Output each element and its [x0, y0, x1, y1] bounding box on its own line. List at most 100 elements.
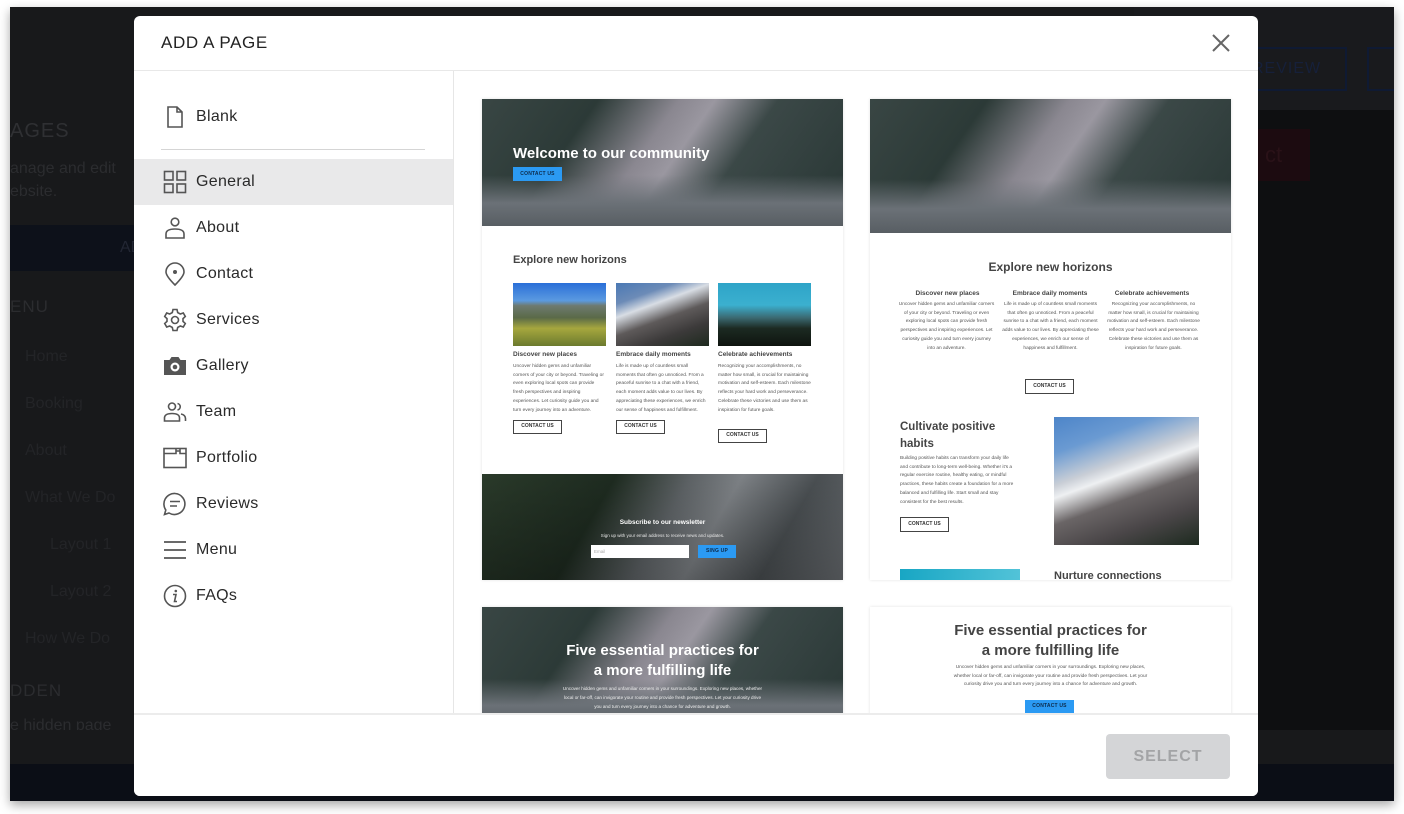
- menu-lines-icon: [162, 537, 188, 563]
- grid-icon: [162, 169, 188, 195]
- desc-line: anage and edit: [10, 160, 116, 177]
- feature-contact-button: CONTACT US: [900, 517, 949, 532]
- column-text: Recognizing your accomplishments, no mat…: [1107, 302, 1200, 351]
- desc-line: ebsite.: [10, 183, 58, 200]
- modal-title: ADD A PAGE: [161, 33, 268, 52]
- column-image: [718, 283, 811, 346]
- background-menu-item: Booking: [25, 395, 83, 412]
- modal-header: ADD A PAGE: [134, 16, 1258, 71]
- newsletter-subtitle: Sign up with your email address to recei…: [600, 533, 725, 538]
- column-text: Uncover hidden gems and unfamiliar corne…: [898, 302, 995, 351]
- background-pages-desc: anage and edit ebsite.: [10, 157, 150, 203]
- sidebar-item-reviews[interactable]: Reviews: [134, 481, 453, 527]
- column-contact-button: CONTACT US: [616, 420, 665, 434]
- modal-body: Blank General About Contact Services Gal…: [134, 71, 1258, 713]
- template-card[interactable]: Explore new horizons Discover new places…: [870, 99, 1231, 580]
- sidebar-item-services[interactable]: Services: [134, 297, 453, 343]
- background-menu-item: About: [25, 442, 67, 459]
- hero-title: Welcome to our community: [513, 145, 710, 162]
- sidebar-item-team[interactable]: Team: [134, 389, 453, 435]
- column-text: Uncover hidden gems and unfamiliar corne…: [513, 364, 604, 413]
- newsletter-signup-button: SING UP: [698, 545, 736, 558]
- feature-title: Cultivate positive habits: [900, 421, 996, 450]
- sidebar-item-general[interactable]: General: [134, 159, 453, 205]
- contact-button: CONTACT US: [1025, 379, 1074, 394]
- sidebar-item-label: Contact: [196, 265, 254, 282]
- column-title: Embrace daily moments: [616, 351, 691, 358]
- title-line: a more fulfilling life: [981, 642, 1120, 659]
- publish-button: [1367, 47, 1394, 91]
- sidebar-item-label: Team: [196, 403, 237, 420]
- sidebar-item-label: FAQs: [196, 587, 238, 604]
- modal-footer: SELECT: [134, 713, 1258, 796]
- select-button[interactable]: SELECT: [1106, 734, 1230, 779]
- sidebar-item-about[interactable]: About: [134, 205, 453, 251]
- category-sidebar: Blank General About Contact Services Gal…: [134, 71, 454, 713]
- info-icon: [162, 583, 188, 609]
- chat-bubble-icon: [162, 491, 188, 517]
- newsletter-image: [482, 474, 843, 580]
- body-text: Uncover hidden gems and unfamiliar corne…: [953, 665, 1148, 688]
- column-title: Celebrate achievements: [1114, 290, 1190, 297]
- feature-image: [1054, 417, 1199, 545]
- sidebar-item-contact[interactable]: Contact: [134, 251, 453, 297]
- hero-title: Five essential practices for a more fulf…: [482, 641, 843, 681]
- sidebar-item-portfolio[interactable]: Portfolio: [134, 435, 453, 481]
- hero-text: Uncover hidden gems and unfamiliar corne…: [562, 686, 763, 709]
- column-title: Embrace daily moments: [1012, 290, 1088, 297]
- portfolio-icon: [162, 445, 188, 471]
- sidebar-item-faqs[interactable]: FAQs: [134, 573, 453, 619]
- blank-page-icon: [162, 104, 188, 130]
- column-title: Discover new places: [513, 351, 577, 358]
- teal-image: [900, 569, 1020, 580]
- sidebar-item-label: Gallery: [196, 357, 249, 374]
- background-menu-item: Layout 1: [50, 536, 112, 553]
- title: Five essential practices for a more fulf…: [870, 621, 1231, 661]
- location-pin-icon: [162, 261, 188, 287]
- sidebar-divider: [161, 149, 425, 150]
- sidebar-item-gallery[interactable]: Gallery: [134, 343, 453, 389]
- background-menu-item: How We Do: [25, 630, 111, 647]
- close-icon: [1212, 34, 1230, 52]
- sidebar-item-label: General: [196, 173, 256, 190]
- template-card[interactable]: Welcome to our community CONTACT US Expl…: [482, 99, 843, 580]
- close-button[interactable]: [1210, 32, 1232, 54]
- newsletter-email-input: Email: [591, 545, 689, 558]
- column-image: [616, 283, 709, 346]
- sidebar-item-label: About: [196, 219, 240, 236]
- next-section-title: Nurture connections: [1054, 570, 1162, 580]
- sidebar-item-blank[interactable]: Blank: [134, 94, 453, 140]
- sidebar-item-label: Blank: [196, 108, 238, 125]
- column-image: [513, 283, 606, 346]
- background-menu-item: Layout 2: [50, 583, 112, 600]
- camera-icon: [162, 353, 188, 379]
- section-title: Explore new horizons: [513, 254, 627, 266]
- background-pages-heading: AGES: [10, 120, 70, 142]
- hero-image: [482, 99, 843, 226]
- template-gallery: Welcome to our community CONTACT US Expl…: [455, 71, 1258, 713]
- column-text: Recognizing your accomplishments, no mat…: [718, 364, 811, 413]
- column-text: Life is made up of countless small momen…: [616, 364, 706, 413]
- column-contact-button: CONTACT US: [718, 429, 767, 443]
- sidebar-item-menu[interactable]: Menu: [134, 527, 453, 573]
- column-title: Discover new places: [915, 290, 980, 297]
- column-title: Celebrate achievements: [718, 351, 793, 358]
- column-text: Life is made up of countless small momen…: [1002, 302, 1099, 351]
- title-line: Five essential practices for: [954, 622, 1147, 639]
- template-card[interactable]: Five essential practices for a more fulf…: [482, 607, 843, 713]
- sidebar-item-label: Reviews: [196, 495, 259, 512]
- sidebar-item-label: Portfolio: [196, 449, 258, 466]
- sidebar-item-label: Menu: [196, 541, 238, 558]
- hero-title-line: Five essential practices for: [566, 642, 759, 659]
- team-icon: [162, 399, 188, 425]
- section-title: Explore new horizons: [988, 260, 1113, 274]
- gear-icon: [162, 307, 188, 333]
- sidebar-item-label: Services: [196, 311, 260, 328]
- hero-title-line: a more fulfilling life: [593, 662, 732, 679]
- column-contact-button: CONTACT US: [513, 420, 562, 434]
- contact-button: CONTACT US: [1025, 700, 1074, 713]
- background-menu-item: Home: [25, 348, 68, 365]
- background-menu-item: What We Do: [25, 489, 116, 506]
- person-icon: [162, 215, 188, 241]
- template-card[interactable]: Five essential practices for a more fulf…: [870, 607, 1231, 713]
